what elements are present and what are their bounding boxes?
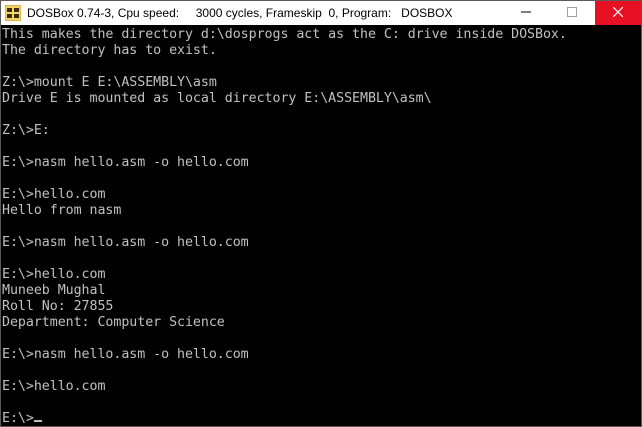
terminal-line: This makes the directory d:\dosprogs act… (2, 27, 567, 42)
command-prompt-line[interactable]: E:\> (2, 411, 640, 426)
terminal-line: The directory has to exist. (2, 43, 217, 58)
dosbox-icon[interactable] (5, 5, 21, 21)
terminal-line: E:\>hello.com (2, 267, 106, 282)
close-button[interactable] (595, 1, 641, 25)
dosbox-window: DOSBox 0.74-3, Cpu speed: 3000 cycles, F… (0, 0, 642, 427)
maximize-icon (567, 4, 577, 22)
terminal-line: Z:\>E: (2, 123, 50, 138)
window-title: DOSBox 0.74-3, Cpu speed: 3000 cycles, F… (27, 6, 453, 20)
terminal-line: Drive E is mounted as local directory E:… (2, 91, 432, 106)
terminal-line: Department: Computer Science (2, 315, 225, 330)
command-prompt: E:\> (2, 411, 34, 426)
maximize-button[interactable] (549, 1, 595, 25)
terminal-line: Roll No: 27855 (2, 299, 114, 314)
minimize-icon (521, 4, 531, 22)
minimize-button[interactable] (503, 1, 549, 25)
terminal-line: E:\>nasm hello.asm -o hello.com (2, 235, 249, 250)
terminal-line: Hello from nasm (2, 203, 122, 218)
terminal-line: E:\>nasm hello.asm -o hello.com (2, 347, 249, 362)
terminal-line: Z:\>mount E E:\ASSEMBLY\asm (2, 75, 217, 90)
terminal-line: E:\>hello.com (2, 379, 106, 394)
terminal-screen[interactable]: This makes the directory d:\dosprogs act… (2, 27, 640, 426)
text-cursor (33, 420, 42, 422)
close-icon (612, 4, 624, 22)
title-bar[interactable]: DOSBox 0.74-3, Cpu speed: 3000 cycles, F… (1, 1, 641, 25)
terminal-line: Muneeb Mughal (2, 283, 106, 298)
terminal-line: E:\>nasm hello.asm -o hello.com (2, 155, 249, 170)
terminal-line: E:\>hello.com (2, 187, 106, 202)
